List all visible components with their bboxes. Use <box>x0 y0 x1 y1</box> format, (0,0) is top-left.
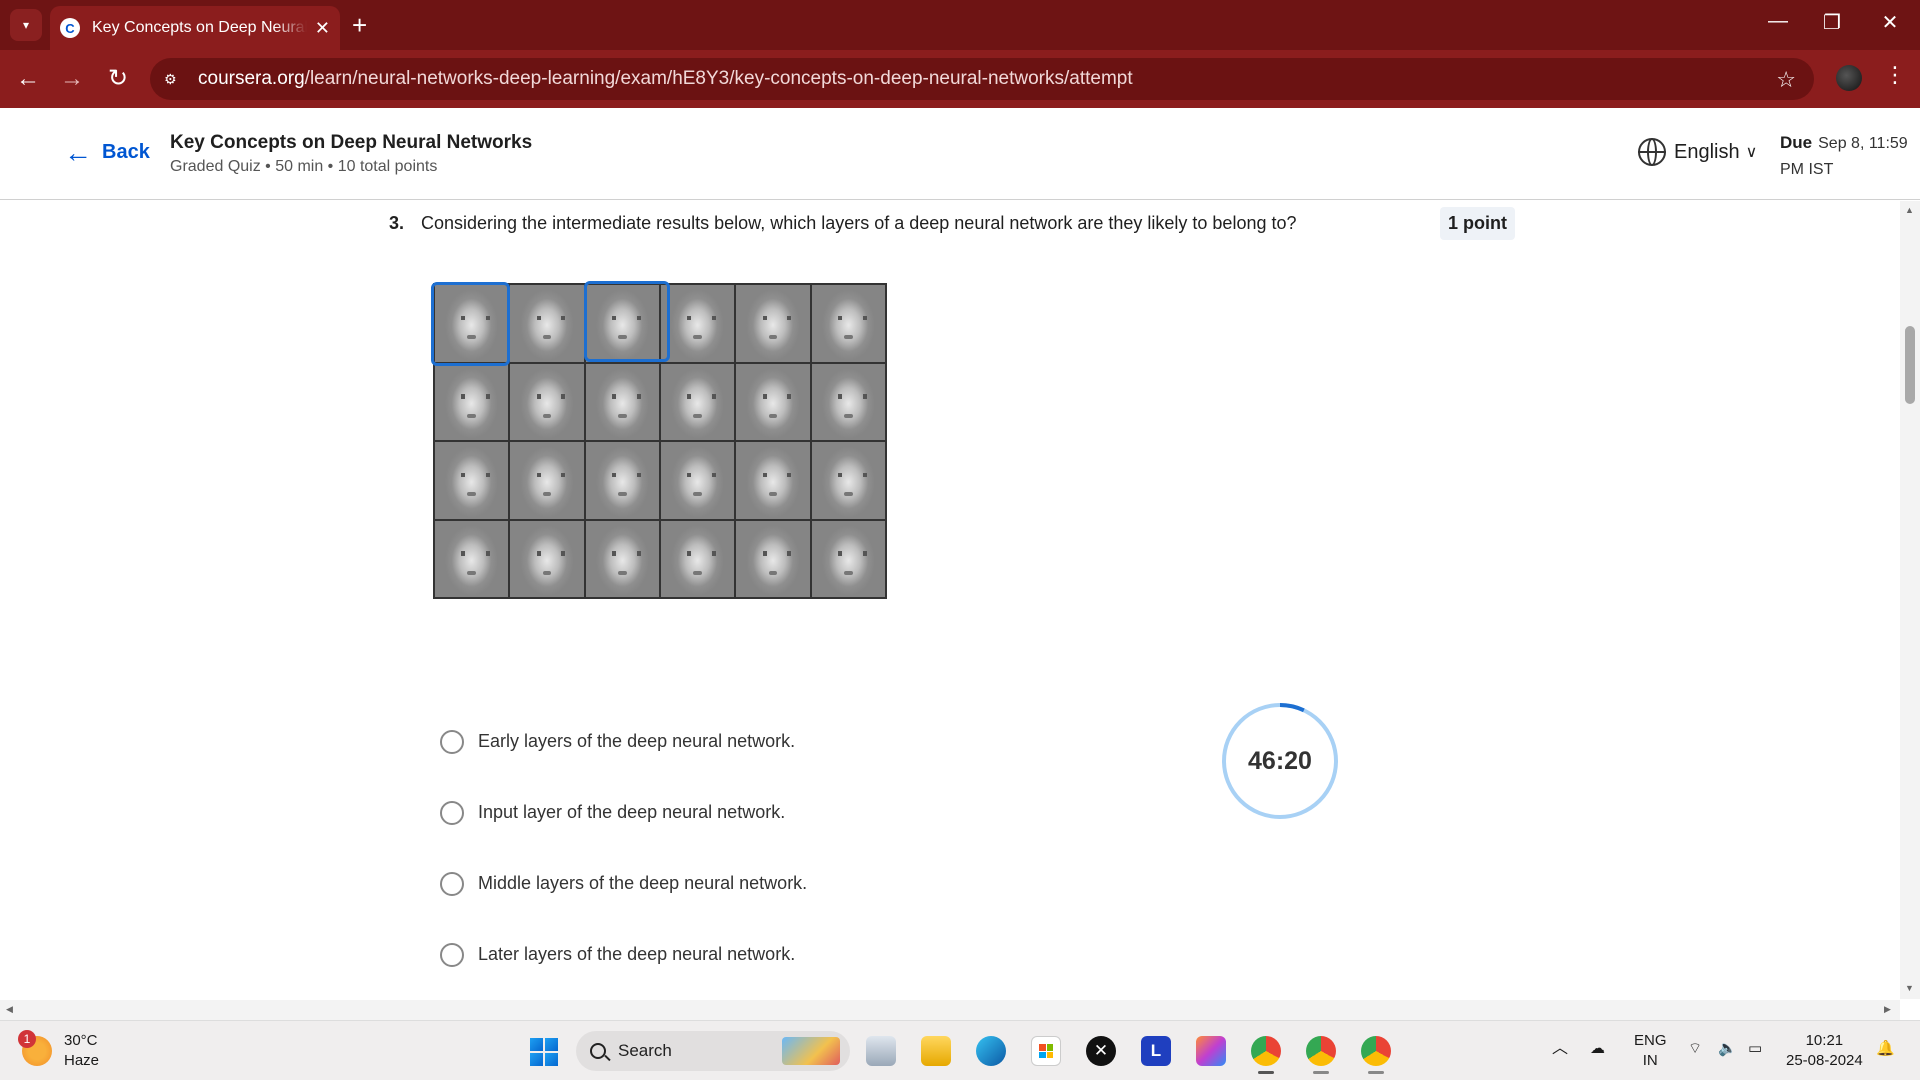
chrome-profile-3-icon[interactable] <box>1361 1036 1391 1066</box>
weather-haze-icon: 1 <box>18 1030 52 1066</box>
url-text: coursera.org/learn/neural-networks-deep-… <box>198 68 1133 89</box>
scrollbar-thumb[interactable] <box>1905 326 1915 404</box>
browser-tab[interactable]: C Key Concepts on Deep Neural N ✕ <box>50 6 340 50</box>
hand-drawn-highlight-box <box>584 281 670 362</box>
battery-icon[interactable]: ▭ <box>1748 1039 1762 1059</box>
question-text: Considering the intermediate results bel… <box>421 213 1297 233</box>
notification-bell-icon[interactable]: 🔔 <box>1876 1039 1895 1059</box>
chevron-down-icon: ∨ <box>1745 144 1758 161</box>
back-button[interactable]: ← Back <box>64 136 150 168</box>
due-value-line2: PM IST <box>1780 161 1834 178</box>
horizontal-scrollbar[interactable]: ◀ ▶ <box>0 1000 1900 1020</box>
reload-icon[interactable]: ↻ <box>102 64 134 94</box>
restore-icon[interactable]: ❐ <box>1812 10 1852 35</box>
microsoft-store-icon[interactable] <box>1031 1036 1061 1066</box>
notification-badge: 1 <box>18 1030 36 1048</box>
windows-taskbar: 1 30°C Haze Search ✕ L ︿ ☁ ENG IN ⌔ 🔈 ▭ … <box>0 1020 1920 1080</box>
answer-option-label: Input layer of the deep neural network. <box>478 802 786 822</box>
back-arrow-icon[interactable]: ← <box>12 64 44 94</box>
browser-menu-kebab-icon[interactable]: ⋮ <box>1884 62 1906 88</box>
answer-options: Early layers of the deep neural network.… <box>440 706 807 990</box>
file-explorer-icon[interactable] <box>921 1036 951 1066</box>
answer-option-label: Early layers of the deep neural network. <box>478 731 796 751</box>
wifi-icon[interactable]: ⌔ <box>1688 1039 1702 1059</box>
site-settings-icon[interactable]: ⚙ <box>164 71 186 88</box>
windows-start-icon[interactable] <box>530 1038 558 1066</box>
bookmark-star-icon[interactable]: ☆ <box>1776 67 1796 93</box>
tab-close-icon[interactable]: ✕ <box>315 18 330 39</box>
chrome-profile-2-icon[interactable] <box>1306 1036 1336 1066</box>
answer-option[interactable]: Later layers of the deep neural network. <box>440 919 807 990</box>
answer-option[interactable]: Input layer of the deep neural network. <box>440 777 807 848</box>
radio-button[interactable] <box>440 800 464 825</box>
date: 25-08-2024 <box>1786 1052 1863 1069</box>
weather-widget[interactable]: 1 30°C Haze <box>18 1030 100 1071</box>
radio-button[interactable] <box>440 942 464 967</box>
radio-button[interactable] <box>440 871 464 896</box>
volume-icon[interactable]: 🔈 <box>1718 1039 1737 1059</box>
language-selector[interactable]: English ∨ <box>1638 138 1757 166</box>
url-omnibox[interactable]: ⚙ coursera.org/learn/neural-networks-dee… <box>150 58 1814 100</box>
search-icon <box>590 1043 606 1059</box>
quiz-header: ← Back Key Concepts on Deep Neural Netwo… <box>0 108 1920 200</box>
scroll-left-arrow-icon[interactable]: ◀ <box>6 1004 13 1015</box>
answer-option-label: Later layers of the deep neural network. <box>478 944 796 964</box>
due-label: Due <box>1780 133 1813 152</box>
minimize-icon[interactable]: — <box>1758 10 1798 33</box>
input-language-indicator[interactable]: ENG IN <box>1634 1031 1667 1071</box>
scroll-right-arrow-icon[interactable]: ▶ <box>1884 1004 1891 1015</box>
answer-option[interactable]: Middle layers of the deep neural network… <box>440 848 807 919</box>
question-number: 3. <box>389 213 405 233</box>
radio-button[interactable] <box>440 729 464 754</box>
region-code: IN <box>1642 1052 1658 1069</box>
search-highlight-art <box>782 1037 840 1065</box>
coursera-favicon-icon: C <box>60 18 80 38</box>
scroll-down-arrow-icon[interactable]: ▼ <box>1905 983 1914 993</box>
profile-avatar[interactable] <box>1836 65 1862 91</box>
xbox-icon[interactable]: ✕ <box>1086 1036 1116 1066</box>
taskbar-search-box[interactable]: Search <box>576 1031 850 1071</box>
task-view-icon[interactable] <box>866 1036 896 1066</box>
temperature: 30°C <box>64 1032 98 1049</box>
new-tab-plus-icon[interactable]: + <box>352 10 367 40</box>
back-label: Back <box>102 141 150 163</box>
hand-drawn-highlight-box <box>431 282 510 366</box>
language-code: ENG <box>1634 1032 1667 1049</box>
globe-icon <box>1638 138 1666 166</box>
edge-browser-icon[interactable] <box>976 1036 1006 1066</box>
chrome-profile-1-icon[interactable] <box>1251 1036 1281 1066</box>
language-label: English <box>1674 140 1740 163</box>
clock[interactable]: 10:21 25-08-2024 <box>1786 1031 1863 1071</box>
points-badge: 1 point <box>1440 207 1515 240</box>
close-window-icon[interactable]: ✕ <box>1870 10 1910 35</box>
due-date: Due Sep 8, 11:59 PM IST <box>1780 130 1920 183</box>
search-label: Search <box>618 1041 672 1060</box>
tab-search-chevron-down-icon[interactable]: ▾ <box>10 9 42 41</box>
back-arrow-icon: ← <box>64 136 92 168</box>
timer-text: 46:20 <box>1248 746 1312 775</box>
answer-option[interactable]: Early layers of the deep neural network. <box>440 706 807 777</box>
copilot-icon[interactable] <box>1196 1036 1226 1066</box>
forward-arrow-icon[interactable]: → <box>56 64 88 94</box>
quiz-meta: Graded Quiz • 50 min • 10 total points <box>170 158 438 175</box>
weather-condition: Haze <box>64 1052 100 1069</box>
onedrive-icon[interactable]: ☁ <box>1590 1039 1605 1059</box>
browser-tab-bar: ▾ C Key Concepts on Deep Neural N ✕ + — … <box>0 0 1920 50</box>
vertical-scrollbar[interactable]: ▲ ▼ <box>1900 201 1920 999</box>
app-l-icon[interactable]: L <box>1141 1036 1171 1066</box>
scroll-up-arrow-icon[interactable]: ▲ <box>1905 205 1914 215</box>
countdown-timer: 46:20 <box>1221 702 1339 820</box>
show-hidden-icons-chevron-up-icon[interactable]: ︿ <box>1552 1039 1568 1059</box>
quiz-title: Key Concepts on Deep Neural Networks <box>170 132 533 153</box>
tab-title: Key Concepts on Deep Neural N <box>92 19 307 36</box>
due-value-line1: Sep 8, 11:59 <box>1818 135 1908 152</box>
time: 10:21 <box>1805 1032 1844 1049</box>
address-bar-row: ← → ↻ ⚙ coursera.org/learn/neural-networ… <box>0 50 1920 108</box>
answer-option-label: Middle layers of the deep neural network… <box>478 873 808 893</box>
quiz-content: 3. Considering the intermediate results … <box>0 201 1900 1001</box>
